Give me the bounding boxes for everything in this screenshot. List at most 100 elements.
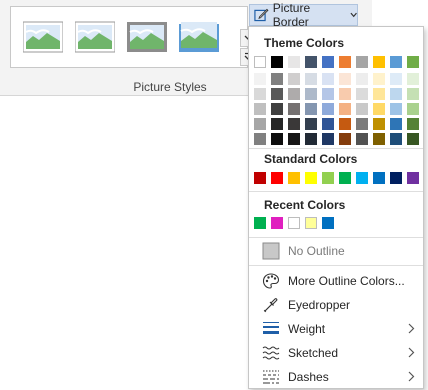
theme-color-swatch[interactable] [373, 56, 385, 68]
chevron-down-icon [350, 12, 357, 18]
theme-shade-swatch[interactable] [356, 73, 368, 85]
standard-color-swatch[interactable] [339, 172, 351, 184]
weight-item[interactable]: Weight [249, 317, 423, 341]
theme-shade-swatch[interactable] [254, 73, 266, 85]
line-weight-icon [261, 320, 281, 338]
eyedropper-icon [261, 296, 281, 314]
theme-shade-swatch[interactable] [305, 133, 317, 145]
standard-color-swatch[interactable] [373, 172, 385, 184]
picture-style-2[interactable] [75, 20, 115, 54]
theme-color-swatch[interactable] [407, 56, 419, 68]
theme-color-swatch[interactable] [339, 56, 351, 68]
theme-shade-swatch[interactable] [390, 103, 402, 115]
standard-color-swatch[interactable] [407, 172, 419, 184]
theme-shade-swatch[interactable] [288, 118, 300, 130]
theme-shade-swatch[interactable] [339, 73, 351, 85]
no-outline-item[interactable]: No Outline [249, 239, 423, 263]
theme-shade-swatch[interactable] [356, 118, 368, 130]
theme-shade-swatch[interactable] [288, 103, 300, 115]
weight-label: Weight [288, 322, 326, 336]
theme-shade-swatch[interactable] [339, 103, 351, 115]
standard-color-swatch[interactable] [271, 172, 283, 184]
theme-shade-swatch[interactable] [254, 118, 266, 130]
theme-shade-swatch[interactable] [271, 103, 283, 115]
theme-shade-swatch[interactable] [356, 103, 368, 115]
separator [249, 237, 423, 238]
more-outline-colors-label: More Outline Colors... [288, 274, 405, 288]
theme-shade-swatch[interactable] [390, 133, 402, 145]
theme-color-swatch[interactable] [322, 56, 334, 68]
theme-shade-swatch[interactable] [322, 88, 334, 100]
theme-shade-swatch[interactable] [288, 133, 300, 145]
theme-shade-swatch[interactable] [407, 103, 419, 115]
theme-shade-swatch[interactable] [407, 88, 419, 100]
theme-shade-swatch[interactable] [322, 118, 334, 130]
no-outline-label: No Outline [288, 244, 345, 258]
theme-shade-swatch[interactable] [373, 73, 385, 85]
dashes-item[interactable]: Dashes [249, 365, 423, 389]
theme-color-swatch[interactable] [390, 56, 402, 68]
recent-color-swatch[interactable] [271, 217, 283, 229]
theme-shade-swatch[interactable] [271, 118, 283, 130]
theme-shade-swatch[interactable] [254, 88, 266, 100]
theme-shade-swatch[interactable] [271, 88, 283, 100]
theme-color-swatch[interactable] [356, 56, 368, 68]
theme-shade-swatch[interactable] [305, 88, 317, 100]
theme-shade-swatch[interactable] [407, 73, 419, 85]
recent-color-swatch[interactable] [254, 217, 266, 229]
theme-shade-swatch[interactable] [305, 103, 317, 115]
theme-shade-swatch[interactable] [288, 73, 300, 85]
theme-shade-swatch[interactable] [390, 73, 402, 85]
theme-shade-swatch[interactable] [322, 133, 334, 145]
theme-shade-swatch[interactable] [305, 118, 317, 130]
chevron-right-icon [408, 323, 415, 334]
theme-shade-swatch[interactable] [407, 133, 419, 145]
picture-styles-group: Picture Styles [0, 0, 257, 96]
theme-shade-swatch[interactable] [322, 103, 334, 115]
theme-shade-swatch[interactable] [322, 73, 334, 85]
palette-icon [261, 272, 281, 290]
theme-shade-swatch[interactable] [356, 133, 368, 145]
recent-color-swatch[interactable] [305, 217, 317, 229]
recent-color-swatch[interactable] [288, 217, 300, 229]
theme-shade-swatch[interactable] [339, 118, 351, 130]
theme-color-swatch[interactable] [254, 56, 266, 68]
sketched-line-icon [261, 344, 281, 362]
theme-shade-swatch[interactable] [407, 118, 419, 130]
eyedropper-item[interactable]: Eyedropper [249, 293, 423, 317]
theme-shade-swatch[interactable] [254, 103, 266, 115]
theme-shade-swatch[interactable] [373, 103, 385, 115]
theme-shade-swatch[interactable] [271, 133, 283, 145]
theme-shade-swatch[interactable] [390, 118, 402, 130]
theme-shade-swatch[interactable] [288, 88, 300, 100]
standard-color-swatch[interactable] [305, 172, 317, 184]
theme-shade-swatch[interactable] [390, 88, 402, 100]
picture-style-4[interactable] [179, 20, 219, 54]
theme-shade-swatch[interactable] [373, 118, 385, 130]
dashes-icon [261, 368, 281, 386]
theme-shade-swatch[interactable] [373, 88, 385, 100]
theme-color-swatch[interactable] [288, 56, 300, 68]
sketched-item[interactable]: Sketched [249, 341, 423, 365]
theme-shade-swatch[interactable] [339, 88, 351, 100]
standard-color-swatch[interactable] [254, 172, 266, 184]
theme-shade-swatch[interactable] [373, 133, 385, 145]
theme-color-swatch[interactable] [305, 56, 317, 68]
picture-style-1[interactable] [23, 20, 63, 54]
picture-border-button[interactable]: Picture Border [249, 1, 358, 29]
separator [249, 265, 423, 266]
more-outline-colors-item[interactable]: More Outline Colors... [249, 269, 423, 293]
theme-shade-swatch[interactable] [339, 133, 351, 145]
standard-color-swatch[interactable] [288, 172, 300, 184]
theme-color-swatch[interactable] [271, 56, 283, 68]
standard-color-swatch[interactable] [356, 172, 368, 184]
theme-shade-swatch[interactable] [271, 73, 283, 85]
theme-shade-swatch[interactable] [305, 73, 317, 85]
picture-style-3[interactable] [127, 20, 167, 54]
standard-color-swatch[interactable] [390, 172, 402, 184]
theme-shade-swatch[interactable] [254, 133, 266, 145]
standard-color-swatch[interactable] [322, 172, 334, 184]
recent-color-swatch[interactable] [322, 217, 334, 229]
standard-colors-heading: Standard Colors [264, 152, 358, 166]
theme-shade-swatch[interactable] [356, 88, 368, 100]
